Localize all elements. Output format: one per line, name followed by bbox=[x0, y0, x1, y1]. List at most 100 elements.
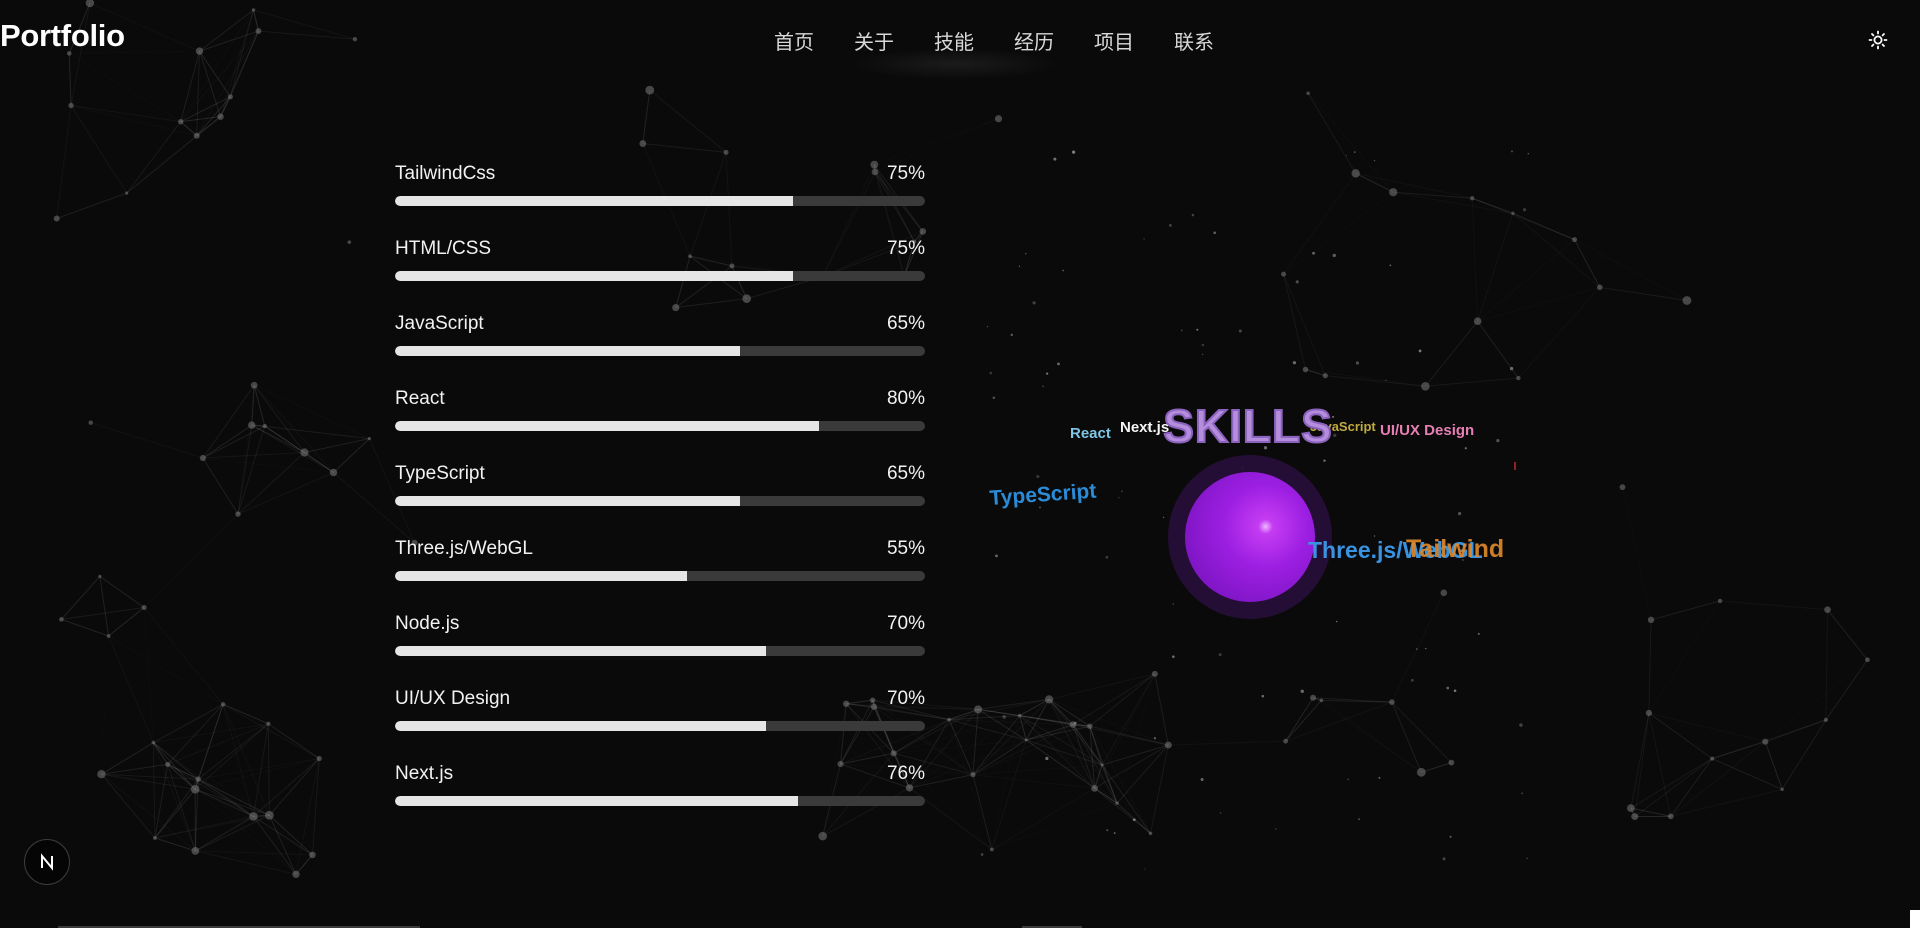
star-dot bbox=[1202, 353, 1204, 355]
network-link bbox=[1478, 240, 1575, 322]
network-node bbox=[227, 94, 233, 100]
network-node bbox=[1351, 169, 1360, 178]
network-link bbox=[1781, 719, 1827, 790]
skills-3d-scene[interactable]: React Next.js TypeScript Three.js/WebGL … bbox=[960, 380, 1540, 640]
network-node bbox=[1865, 657, 1870, 663]
network-node bbox=[639, 140, 647, 147]
star-dot bbox=[1132, 818, 1136, 822]
network-node bbox=[125, 191, 129, 195]
star-dot bbox=[1143, 238, 1145, 240]
network-link bbox=[152, 742, 156, 839]
scene-label-ui-ux-design: UI/UX Design bbox=[1380, 422, 1474, 439]
network-link bbox=[153, 743, 269, 816]
sun-icon bbox=[1868, 30, 1888, 50]
network-node bbox=[1511, 211, 1515, 216]
nav-home[interactable]: 首页 bbox=[774, 26, 854, 55]
network-link bbox=[202, 425, 265, 459]
nav-contact[interactable]: 联系 bbox=[1174, 26, 1254, 55]
network-node bbox=[1024, 738, 1028, 742]
network-link bbox=[101, 763, 168, 775]
site-logo[interactable]: Portfolio bbox=[0, 18, 125, 54]
network-link bbox=[253, 384, 305, 453]
network-node bbox=[249, 812, 258, 821]
skill-row-javascript: JavaScript 65% bbox=[395, 310, 925, 385]
skills-sphere[interactable] bbox=[1185, 472, 1315, 602]
network-link bbox=[101, 774, 195, 851]
skill-progress-fill bbox=[395, 496, 740, 506]
star-dot bbox=[1144, 868, 1146, 870]
star-dot bbox=[1355, 361, 1360, 365]
network-node bbox=[98, 574, 102, 578]
network-link bbox=[168, 764, 270, 815]
network-link bbox=[1094, 787, 1151, 834]
network-link bbox=[1575, 240, 1687, 301]
nextjs-dev-badge[interactable] bbox=[24, 839, 70, 885]
skill-percent: 55% bbox=[886, 538, 925, 559]
skill-row-nextjs: Next.js 76% bbox=[395, 760, 925, 835]
skills-title: SKILLS bbox=[1163, 400, 1333, 452]
skill-progress-fill bbox=[395, 571, 687, 581]
network-link bbox=[1648, 712, 1713, 760]
network-link bbox=[649, 89, 727, 153]
nav-about[interactable]: 关于 bbox=[854, 26, 934, 55]
skill-progress-track bbox=[395, 346, 925, 356]
network-node bbox=[151, 740, 156, 745]
star-dot bbox=[1410, 678, 1414, 682]
network-node bbox=[1306, 91, 1310, 96]
star-dot bbox=[1010, 333, 1013, 337]
star-dot bbox=[1200, 778, 1204, 782]
skill-progress-fill bbox=[395, 271, 793, 281]
nextjs-logo-icon bbox=[41, 853, 53, 871]
network-node bbox=[989, 847, 994, 852]
network-node bbox=[217, 113, 224, 120]
network-link bbox=[1424, 320, 1479, 387]
nav-experience[interactable]: 经历 bbox=[1014, 26, 1094, 55]
network-node bbox=[97, 770, 106, 779]
skill-progress-fill bbox=[395, 796, 798, 806]
skill-name: Three.js/WebGL bbox=[395, 538, 533, 559]
star-dot bbox=[1046, 372, 1049, 375]
network-link bbox=[992, 803, 1117, 849]
network-link bbox=[992, 765, 1102, 850]
network-link bbox=[202, 424, 253, 459]
network-node bbox=[177, 118, 184, 125]
star-dot bbox=[1073, 721, 1077, 725]
nav-skills[interactable]: 技能 bbox=[934, 26, 1014, 55]
star-dot bbox=[1295, 280, 1299, 284]
star-dot bbox=[1510, 150, 1513, 153]
network-link bbox=[237, 425, 266, 515]
star-dot bbox=[1201, 343, 1205, 347]
star-dot bbox=[1332, 253, 1336, 258]
skill-row-html-css: HTML/CSS 75% bbox=[395, 235, 925, 310]
skill-name: Node.js bbox=[395, 613, 460, 634]
star-dot bbox=[1053, 157, 1057, 161]
star-dot bbox=[1378, 776, 1381, 779]
skill-row-nodejs: Node.js 70% bbox=[395, 610, 925, 685]
star-dot bbox=[1449, 835, 1452, 838]
network-link bbox=[1518, 287, 1599, 378]
network-node bbox=[106, 634, 111, 638]
network-link bbox=[1150, 744, 1169, 834]
theme-toggle-button[interactable] bbox=[1866, 28, 1890, 52]
scene-label-react: React bbox=[1070, 425, 1111, 442]
network-link bbox=[1635, 789, 1782, 816]
network-link bbox=[972, 739, 1027, 776]
skill-percent: 80% bbox=[886, 388, 925, 409]
skill-percent: 65% bbox=[886, 313, 925, 334]
network-link bbox=[1355, 172, 1394, 193]
network-link bbox=[101, 636, 108, 774]
network-node bbox=[1780, 787, 1784, 792]
star-dot bbox=[1106, 829, 1109, 832]
network-node bbox=[316, 755, 322, 762]
nav-projects[interactable]: 项目 bbox=[1094, 26, 1174, 55]
network-link bbox=[1285, 697, 1314, 742]
network-node bbox=[1645, 709, 1653, 717]
network-node bbox=[1151, 670, 1158, 677]
skill-name: TailwindCss bbox=[395, 163, 496, 184]
network-node bbox=[220, 702, 226, 707]
network-link bbox=[1283, 273, 1326, 376]
network-link bbox=[237, 472, 334, 515]
network-link bbox=[268, 723, 320, 759]
network-node bbox=[994, 115, 1003, 123]
network-node bbox=[193, 132, 200, 139]
